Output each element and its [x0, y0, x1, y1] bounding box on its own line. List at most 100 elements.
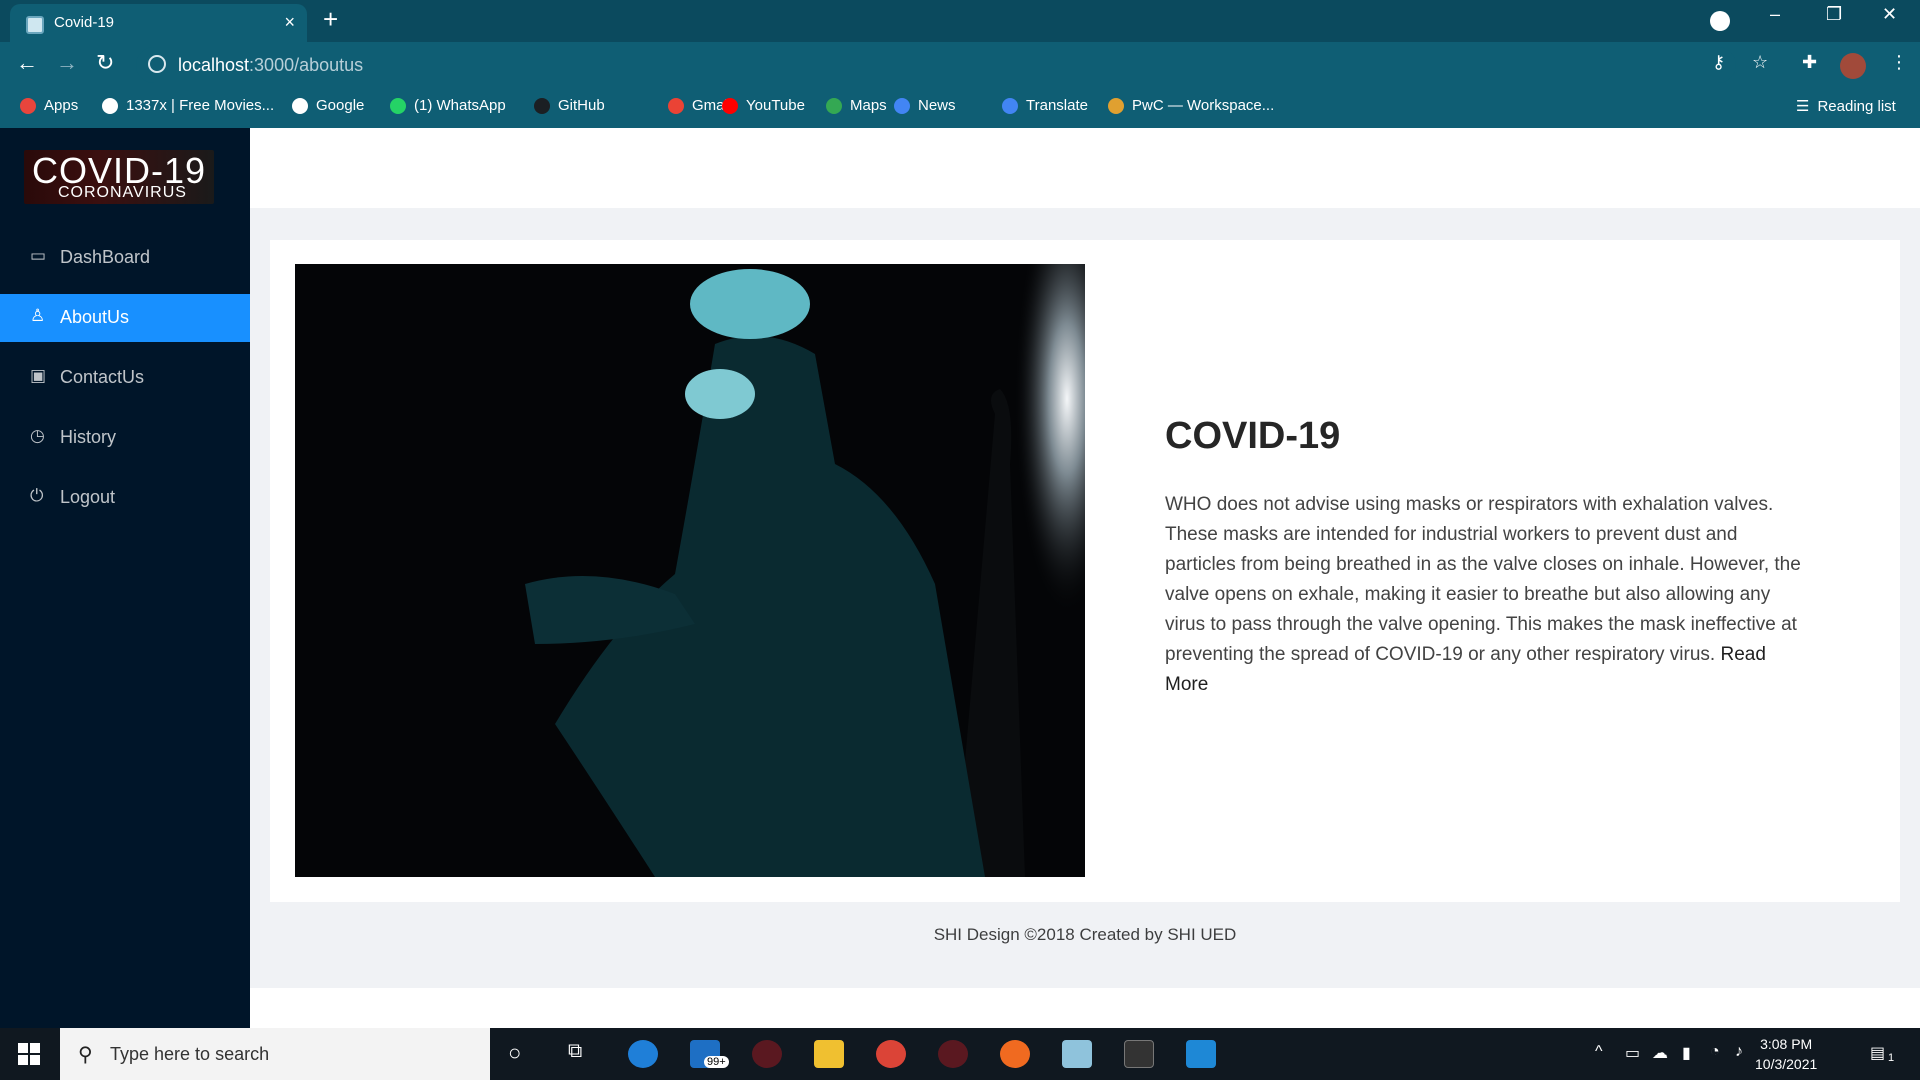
card-body-text: WHO does not advise using masks or respi…	[1165, 494, 1801, 665]
new-tab-button[interactable]: +	[323, 4, 338, 35]
minimize-button[interactable]: –	[1770, 4, 1780, 25]
bookmark-label: Maps	[850, 97, 887, 114]
tab-favicon-icon	[26, 16, 44, 34]
extensions-puzzle-icon[interactable]: ✚	[1802, 52, 1817, 73]
contacts-icon: ▣	[30, 366, 47, 385]
tab-title: Covid-19	[54, 14, 115, 31]
volume-icon[interactable]: ♪	[1735, 1043, 1743, 1061]
taskbar-search[interactable]: ⚲ Type here to search	[60, 1028, 490, 1080]
bookmark-label: GitHub	[558, 97, 605, 114]
notifications-icon[interactable]: ▤	[1870, 1043, 1885, 1063]
tray-chevron-icon[interactable]: ^	[1595, 1043, 1603, 1061]
battery-icon[interactable]: ▮	[1682, 1043, 1691, 1063]
profile-menu-icon[interactable]	[1710, 11, 1730, 31]
bookmark-pwc-workspace[interactable]: PwC — Workspace...	[1108, 97, 1274, 114]
search-placeholder: Type here to search	[110, 1044, 270, 1064]
bookmark-google[interactable]: Google	[292, 97, 364, 114]
address-bar[interactable]: localhost:3000/aboutus	[136, 47, 1736, 83]
postman-icon[interactable]	[1000, 1040, 1030, 1068]
1337x-icon	[102, 97, 118, 114]
url-text[interactable]: localhost:3000/aboutus	[178, 55, 363, 76]
doctor-photo	[295, 264, 1085, 877]
back-arrow-icon[interactable]: ←	[16, 50, 38, 76]
chrome-icon[interactable]	[876, 1040, 906, 1068]
spider-app-2-icon[interactable]	[938, 1040, 968, 1068]
bookmark-translate[interactable]: Translate	[1002, 97, 1088, 114]
covid-logo: COVID-19 CORONAVIRUS	[24, 150, 214, 204]
windows-start-icon[interactable]	[18, 1043, 40, 1065]
sidebar-item-history[interactable]: ◷ History	[0, 414, 250, 462]
bookmark-github[interactable]: GitHub	[534, 97, 605, 114]
wifi-icon[interactable]: ◔	[1710, 1043, 1720, 1061]
reload-icon[interactable]: ↻	[96, 50, 114, 76]
bookmark-label: (1) WhatsApp	[414, 97, 506, 114]
translate-icon	[1002, 97, 1018, 114]
sidebar-item-aboutus[interactable]: ♙ AboutUs	[0, 294, 250, 342]
browser-tab-bar: Covid-19 × + – ❐ ✕	[0, 0, 1920, 42]
bottom-strip	[250, 988, 1920, 1028]
pwc-icon	[1108, 97, 1124, 114]
bookmark-label: YouTube	[746, 97, 805, 114]
windows-taskbar: ⚲ Type here to search ○ ⧉ 99+ ^ ▭ ☁ ▮ ◔ …	[0, 1028, 1920, 1080]
logout-icon: ⏻	[30, 486, 44, 505]
bookmark-star-icon[interactable]: ☆	[1752, 52, 1768, 73]
sidebar-item-label: ContactUs	[60, 367, 145, 387]
sidebar-item-label: DashBoard	[60, 247, 151, 267]
news-icon	[894, 97, 910, 114]
bookmark-youtube[interactable]: YouTube	[722, 97, 805, 114]
browser-tab[interactable]: Covid-19 ×	[10, 4, 307, 42]
sidebar-item-label: AboutUs	[60, 307, 130, 327]
sidebar-item-logout[interactable]: ⏻ Logout	[0, 474, 250, 522]
google-icon	[292, 97, 308, 114]
browser-menu-icon[interactable]: ⋮	[1890, 52, 1908, 73]
profile-avatar[interactable]	[1840, 53, 1866, 79]
whatsapp-icon	[390, 97, 406, 114]
bookmark-1-whatsapp[interactable]: (1) WhatsApp	[390, 97, 506, 114]
reading-list-icon: ☰	[1796, 98, 1810, 115]
bookmark-1337x-free-movies[interactable]: 1337x | Free Movies...	[102, 97, 274, 114]
sidebar: COVID-19 CORONAVIRUS ▭ DashBoard ♙ AboutUs ▣…	[0, 128, 250, 1028]
spider-app-icon[interactable]	[752, 1040, 782, 1068]
sidebar-item-label: History	[60, 427, 117, 447]
restore-button[interactable]: ❐	[1826, 4, 1842, 25]
bookmark-label: News	[918, 97, 956, 114]
history-icon: ◷	[30, 426, 45, 445]
page-header	[250, 128, 1920, 208]
youtube-icon	[722, 97, 738, 114]
clock-date: 10/3/2021	[1755, 1056, 1818, 1072]
reading-list-button[interactable]: ☰ Reading list	[1796, 97, 1896, 116]
cortana-icon[interactable]: ○	[508, 1040, 521, 1066]
vscode-icon[interactable]	[1186, 1040, 1216, 1068]
bookmark-label: Google	[316, 97, 365, 114]
onedrive-icon[interactable]: ☁	[1652, 1043, 1668, 1063]
terminal-icon[interactable]	[1124, 1040, 1154, 1068]
site-info-icon[interactable]	[148, 55, 166, 73]
bookmark-label: Apps	[44, 97, 79, 114]
forward-arrow-icon[interactable]: →	[56, 50, 78, 76]
footer-text: SHI Design ©2018 Created by SHI UED	[933, 925, 1237, 944]
notes-app-icon[interactable]	[1062, 1040, 1092, 1068]
file-explorer-icon[interactable]	[814, 1040, 844, 1068]
edge-icon[interactable]	[628, 1040, 658, 1068]
bookmark-apps[interactable]: Apps	[20, 97, 78, 114]
desktop-icon: ▭	[30, 246, 47, 265]
bookmark-label: Translate	[1026, 97, 1088, 114]
taskbar-clock[interactable]: 3:08 PM 10/3/2021	[1755, 1034, 1817, 1074]
window-close-button[interactable]: ✕	[1882, 4, 1897, 25]
task-view-icon[interactable]: ⧉	[568, 1040, 582, 1063]
tab-close-icon[interactable]: ×	[284, 12, 295, 33]
bookmark-label: 1337x | Free Movies...	[126, 97, 275, 114]
sidebar-item-dashboard[interactable]: ▭ DashBoard	[0, 234, 250, 282]
sidebar-item-label: Logout	[60, 487, 116, 507]
clock-time: 3:08 PM	[1760, 1036, 1813, 1052]
sidebar-item-contactus[interactable]: ▣ ContactUs	[0, 354, 250, 402]
meet-now-icon[interactable]: ▭	[1625, 1043, 1640, 1063]
gmail-icon	[668, 97, 684, 114]
bookmark-news[interactable]: News	[894, 97, 956, 114]
reading-list-label: Reading list	[1817, 97, 1896, 115]
search-icon: ⚲	[78, 1044, 93, 1066]
browser-toolbar: ← → ↻ localhost:3000/aboutus ⚷ ☆ ✚ ⋮	[0, 42, 1920, 88]
key-icon[interactable]: ⚷	[1712, 52, 1725, 73]
bookmark-label: PwC — Workspace...	[1132, 97, 1275, 114]
bookmark-maps[interactable]: Maps	[826, 97, 887, 114]
